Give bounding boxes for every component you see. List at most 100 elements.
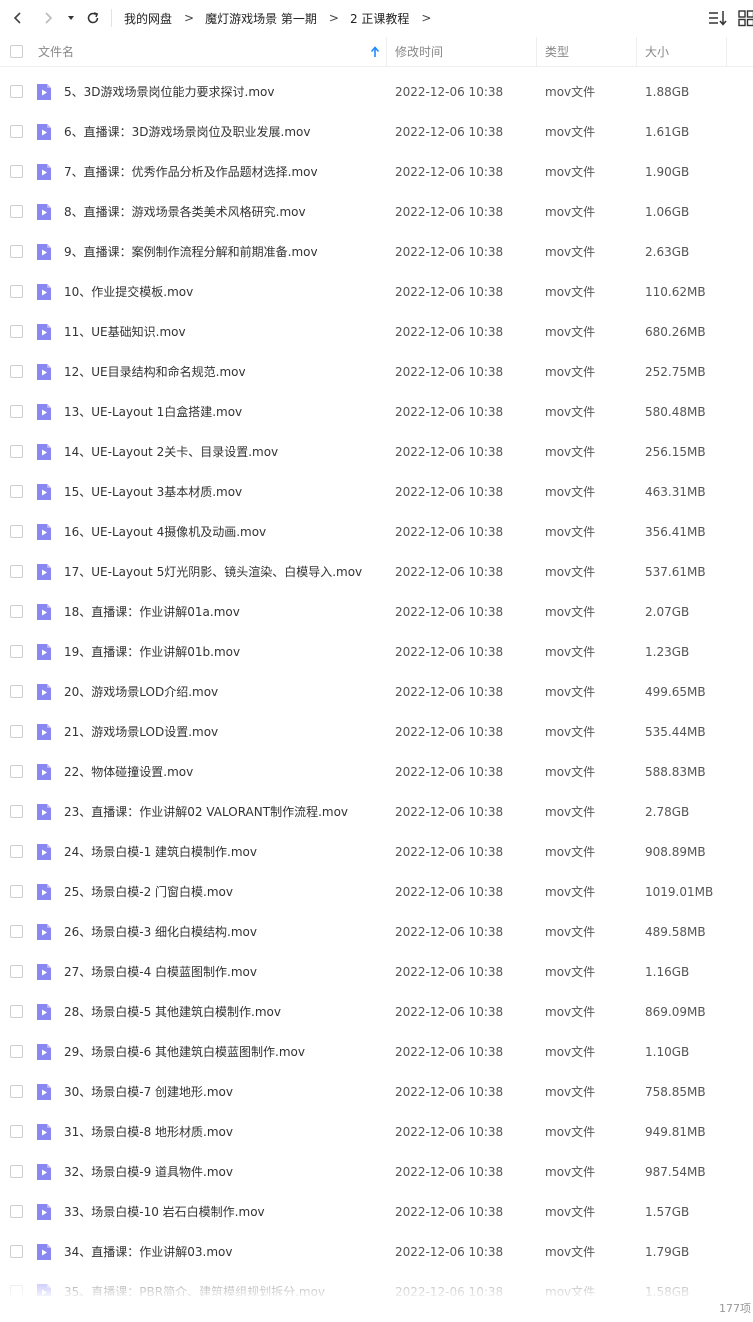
item-count: 177项: [719, 1302, 751, 1315]
file-row[interactable]: 8、直播课：游戏场景各类美术风格研究.mov 2022-12-06 10:38 mo…: [0, 192, 753, 232]
breadcrumb-separator-icon: >: [184, 11, 195, 25]
row-checkbox[interactable]: [10, 405, 23, 418]
file-row[interactable]: 34、直播课：作业讲解03.mov 2022-12-06 10:38 mov文件 1.…: [0, 1232, 753, 1272]
select-all-checkbox[interactable]: [10, 45, 23, 58]
video-file-icon: [37, 884, 51, 900]
column-header-modified[interactable]: 修改时间: [395, 37, 443, 67]
row-checkbox[interactable]: [10, 1085, 23, 1098]
row-checkbox[interactable]: [10, 1125, 23, 1138]
file-modified-time: 2022-12-06 10:38: [395, 365, 504, 379]
file-row[interactable]: 10、作业提交模板.mov 2022-12-06 10:38 mov文件 110.62…: [0, 272, 753, 312]
breadcrumb-item-root[interactable]: 我的网盘: [124, 10, 172, 27]
row-checkbox[interactable]: [10, 1205, 23, 1218]
row-checkbox[interactable]: [10, 525, 23, 538]
column-divider[interactable]: [636, 37, 637, 67]
file-name: 23、直播课：作业讲解02 VALORANT制作流程.mov: [64, 805, 349, 819]
file-type: mov文件: [545, 485, 596, 499]
row-checkbox[interactable]: [10, 1165, 23, 1178]
file-row[interactable]: 14、UE-Layout 2关卡、目录设置.mov 2022-12-06 10:3…: [0, 432, 753, 472]
file-row[interactable]: 30、场景白模-7 创建地形.mov 2022-12-06 10:38 mov文件 7…: [0, 1072, 753, 1112]
file-row[interactable]: 27、场景白模-4 白模蓝图制作.mov 2022-12-06 10:38 mov文…: [0, 952, 753, 992]
row-checkbox[interactable]: [10, 685, 23, 698]
file-size: 588.83MB: [645, 765, 706, 779]
file-row[interactable]: 17、UE-Layout 5灯光阴影、镜头渲染、白模导入.mov 2022-12-…: [0, 552, 753, 592]
column-divider[interactable]: [386, 37, 387, 67]
file-row[interactable]: 21、游戏场景LOD设置.mov 2022-12-06 10:38 mov文件 535…: [0, 712, 753, 752]
video-file-icon: [37, 964, 51, 980]
video-file-icon: [37, 764, 51, 780]
status-bar: 177项: [0, 1296, 753, 1322]
row-checkbox[interactable]: [10, 165, 23, 178]
file-row[interactable]: 20、游戏场景LOD介绍.mov 2022-12-06 10:38 mov文件 499…: [0, 672, 753, 712]
row-checkbox[interactable]: [10, 485, 23, 498]
file-row[interactable]: 33、场景白模-10 岩石白模制作.mov 2022-12-06 10:38 mov…: [0, 1192, 753, 1232]
row-checkbox[interactable]: [10, 725, 23, 738]
file-type: mov文件: [545, 605, 596, 619]
row-checkbox[interactable]: [10, 1045, 23, 1058]
column-header-size[interactable]: 大小: [645, 37, 669, 67]
file-modified-time: 2022-12-06 10:38: [395, 485, 504, 499]
history-dropdown-button[interactable]: [62, 7, 80, 29]
file-row[interactable]: 15、UE-Layout 3基本材质.mov 2022-12-06 10:38 mo…: [0, 472, 753, 512]
column-header-name[interactable]: 文件名: [38, 37, 74, 67]
file-size: 908.89MB: [645, 845, 706, 859]
row-checkbox[interactable]: [10, 125, 23, 138]
video-file-icon: [37, 1044, 51, 1060]
file-row[interactable]: 7、直播课：优秀作品分析及作品题材选择.mov 2022-12-06 10:38 m…: [0, 152, 753, 192]
row-checkbox[interactable]: [10, 965, 23, 978]
row-checkbox[interactable]: [10, 925, 23, 938]
row-checkbox[interactable]: [10, 85, 23, 98]
file-row[interactable]: 12、UE目录结构和命名规范.mov 2022-12-06 10:38 mov文件 2…: [0, 352, 753, 392]
row-checkbox[interactable]: [10, 245, 23, 258]
file-row[interactable]: 32、场景白模-9 道具物件.mov 2022-12-06 10:38 mov文件 9…: [0, 1152, 753, 1192]
column-header-type[interactable]: 类型: [545, 37, 569, 67]
file-modified-time: 2022-12-06 10:38: [395, 1085, 504, 1099]
row-checkbox[interactable]: [10, 1005, 23, 1018]
file-row[interactable]: 5、3D游戏场景岗位能力要求探讨.mov 2022-12-06 10:38 mov文…: [0, 72, 753, 112]
row-checkbox[interactable]: [10, 845, 23, 858]
sort-ascending-arrow-icon[interactable]: [370, 45, 380, 59]
file-row[interactable]: 13、UE-Layout 1白盒搭建.mov 2022-12-06 10:38 mo…: [0, 392, 753, 432]
sort-list-icon[interactable]: [707, 8, 727, 28]
row-checkbox[interactable]: [10, 205, 23, 218]
file-row[interactable]: 18、直播课：作业讲解01a.mov 2022-12-06 10:38 mov文件 2…: [0, 592, 753, 632]
breadcrumb-item-course[interactable]: 魔灯游戏场景 第一期: [205, 10, 317, 27]
row-checkbox[interactable]: [10, 765, 23, 778]
row-checkbox[interactable]: [10, 805, 23, 818]
file-row[interactable]: 22、物体碰撞设置.mov 2022-12-06 10:38 mov文件 588.83…: [0, 752, 753, 792]
file-row[interactable]: 23、直播课：作业讲解02 VALORANT制作流程.mov 2022-12-06…: [0, 792, 753, 832]
row-checkbox[interactable]: [10, 285, 23, 298]
row-checkbox[interactable]: [10, 1245, 23, 1258]
row-checkbox[interactable]: [10, 445, 23, 458]
row-checkbox[interactable]: [10, 325, 23, 338]
file-row[interactable]: 28、场景白模-5 其他建筑白模制作.mov 2022-12-06 10:38 mo…: [0, 992, 753, 1032]
file-row[interactable]: 9、直播课：案例制作流程分解和前期准备.mov 2022-12-06 10:38 m…: [0, 232, 753, 272]
file-row[interactable]: 6、直播课：3D游戏场景岗位及职业发展.mov 2022-12-06 10:38 m…: [0, 112, 753, 152]
file-modified-time: 2022-12-06 10:38: [395, 685, 504, 699]
breadcrumb-item-current[interactable]: 2 正课教程: [350, 10, 409, 27]
file-modified-time: 2022-12-06 10:38: [395, 925, 504, 939]
file-name: 34、直播课：作业讲解03.mov: [64, 1245, 233, 1259]
file-row[interactable]: 29、场景白模-6 其他建筑白模蓝图制作.mov 2022-12-06 10:38…: [0, 1032, 753, 1072]
row-checkbox[interactable]: [10, 605, 23, 618]
column-divider[interactable]: [536, 37, 537, 67]
file-type: mov文件: [545, 245, 596, 259]
file-type: mov文件: [545, 205, 596, 219]
forward-button[interactable]: [37, 7, 59, 29]
row-checkbox[interactable]: [10, 365, 23, 378]
file-row[interactable]: 11、UE基础知识.mov 2022-12-06 10:38 mov文件 680.26…: [0, 312, 753, 352]
file-row[interactable]: 24、场景白模-1 建筑白模制作.mov 2022-12-06 10:38 mov文…: [0, 832, 753, 872]
refresh-button[interactable]: [82, 7, 104, 29]
back-button[interactable]: [7, 7, 29, 29]
file-row[interactable]: 26、场景白模-3 细化白模结构.mov 2022-12-06 10:38 mov文…: [0, 912, 753, 952]
column-divider[interactable]: [726, 37, 727, 67]
file-row[interactable]: 31、场景白模-8 地形材质.mov 2022-12-06 10:38 mov文件 9…: [0, 1112, 753, 1152]
row-checkbox[interactable]: [10, 565, 23, 578]
file-row[interactable]: 25、场景白模-2 门窗白模.mov 2022-12-06 10:38 mov文件 1…: [0, 872, 753, 912]
grid-view-icon[interactable]: [738, 9, 753, 27]
file-row[interactable]: 16、UE-Layout 4摄像机及动画.mov 2022-12-06 10:38…: [0, 512, 753, 552]
file-row[interactable]: 19、直播课：作业讲解01b.mov 2022-12-06 10:38 mov文件 1…: [0, 632, 753, 672]
row-checkbox[interactable]: [10, 885, 23, 898]
video-file-icon: [37, 844, 51, 860]
row-checkbox[interactable]: [10, 645, 23, 658]
